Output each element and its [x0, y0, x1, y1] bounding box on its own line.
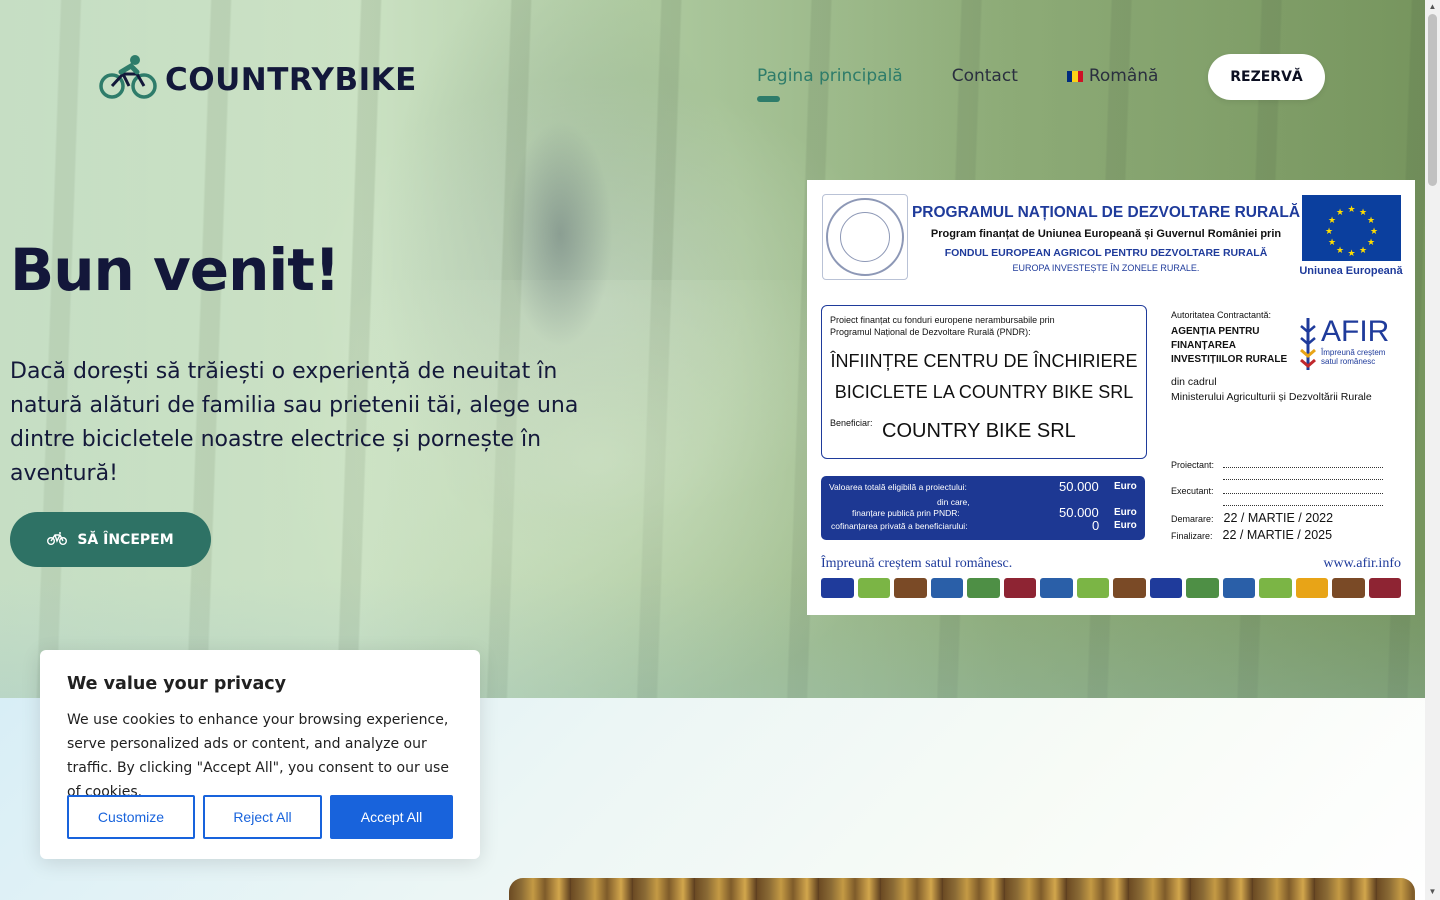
hero-title: Bun venit!	[10, 236, 340, 304]
scroll-down-icon[interactable]: ▼	[1428, 888, 1437, 896]
svg-text:★: ★	[1328, 238, 1336, 248]
cookie-text: We use cookies to enhance your browsing …	[67, 712, 449, 800]
autumn-forest-photo	[509, 878, 1415, 900]
active-indicator	[757, 96, 780, 102]
eu-label: Uniunea Europeană	[1299, 265, 1403, 277]
public-funding-label: finanțare publică prin PNDR:	[852, 508, 960, 518]
svg-text:★: ★	[1347, 249, 1355, 259]
project-note-2: Programul Național de Dezvoltare Rurală …	[830, 327, 1031, 337]
eu-flag-icon: ★ ★ ★ ★ ★ ★ ★ ★ ★ ★ ★ ★	[1302, 195, 1401, 261]
ministry-line-2: Ministerului Agriculturii și Dezvoltării…	[1171, 391, 1372, 403]
project-box: Proiect finanțat cu fonduri europene ner…	[821, 305, 1147, 459]
footer-motto: Împreună creștem satul românesc.	[821, 556, 1013, 571]
ministry: din cadrul Ministerului Agriculturii și …	[1171, 375, 1372, 405]
project-title-2: BICICLETE LA COUNTRY BIKE SRL	[834, 382, 1134, 402]
din-care-label: din care,	[937, 497, 970, 507]
beneficiary-label: Beneficiar:	[830, 418, 873, 428]
authority-name-2: FINANȚAREA	[1171, 340, 1236, 351]
svg-text:★: ★	[1367, 216, 1375, 226]
main-nav: Pagina principală Contact Română	[757, 66, 1207, 102]
project-dates: Demarare: 22 / MARTIE / 2022 Finalizare: 2…	[1171, 510, 1333, 544]
bicycle-icon	[47, 531, 68, 549]
program-title: PROGRAMUL NAȚIONAL DE DEZVOLTARE RURALĂ	[911, 204, 1301, 221]
svg-text:★: ★	[1359, 208, 1367, 218]
ministry-line-1: din cadrul	[1171, 376, 1217, 388]
private-currency: Euro	[1114, 520, 1137, 531]
nav-home-label: Pagina principală	[757, 66, 903, 86]
fund-name: FONDUL EUROPEAN AGRICOL PENTRU DEZVOLTAR…	[944, 247, 1268, 259]
svg-text:★: ★	[1359, 246, 1367, 256]
nav-contact-label: Contact	[951, 66, 1018, 86]
beneficiary-name: COUNTRY BIKE SRL	[882, 420, 1076, 442]
designer-label: Proiectant:	[1171, 460, 1215, 470]
total-value-label: Valoarea totală eligibilă a proiectului:	[829, 482, 967, 492]
project-roles: Proiectant: Executant:	[1171, 460, 1383, 512]
reject-all-button[interactable]: Reject All	[203, 795, 322, 839]
accept-all-button[interactable]: Accept All	[330, 795, 453, 839]
total-currency: Euro	[1114, 481, 1137, 492]
private-funding-label: cofinanțarea privată a beneficiarului:	[831, 521, 968, 531]
program-motto: EUROPA INVESTEȘTE ÎN ZONELE RURALE.	[1012, 263, 1200, 273]
reserve-button[interactable]: REZERVĂ	[1208, 54, 1325, 100]
private-funding-value: 0	[1092, 518, 1100, 533]
total-value: 50.000	[1059, 479, 1099, 494]
authority-name-1: AGENȚIA PENTRU	[1171, 326, 1260, 337]
nav-home[interactable]: Pagina principală	[757, 66, 903, 102]
customize-button[interactable]: Customize	[67, 795, 195, 839]
romania-flag-icon	[1066, 70, 1083, 82]
site-logo[interactable]: COUNTRYBIKE	[99, 54, 417, 105]
start-button[interactable]: SĂ ÎNCEPEM	[10, 512, 211, 567]
svg-text:★: ★	[1370, 227, 1378, 237]
svg-text:★: ★	[1336, 246, 1344, 256]
project-value-box: Valoarea totală eligibilă a proiectului:…	[821, 476, 1145, 540]
end-date: 22 / MARTIE / 2025	[1222, 528, 1333, 542]
language-selector[interactable]: Română	[1066, 66, 1159, 86]
afir-tagline-2: satul românesc	[1321, 357, 1376, 366]
start-button-label: SĂ ÎNCEPEM	[77, 531, 174, 548]
project-title-1: ÎNFIINȚRE CENTRU DE ÎNCHIRIERE	[830, 351, 1138, 371]
public-currency: Euro	[1114, 507, 1137, 518]
start-date: 22 / MARTIE / 2022	[1223, 511, 1334, 525]
hero-description: Dacă dorești să trăiești o experiență de…	[10, 359, 579, 486]
svg-text:★: ★	[1336, 208, 1344, 218]
billboard-footer: Împreună creștem satul românesc. www.afi…	[821, 556, 1401, 572]
scroll-up-icon[interactable]: ▲	[1428, 3, 1437, 11]
end-label: Finalizare:	[1171, 531, 1213, 541]
folk-pattern-border	[821, 578, 1401, 600]
svg-text:★: ★	[1347, 205, 1355, 215]
cookie-title: We value your privacy	[67, 674, 287, 694]
svg-text:★: ★	[1367, 238, 1375, 248]
afir-mark-icon	[1299, 316, 1317, 372]
nav-contact[interactable]: Contact	[952, 66, 1018, 86]
authority-name-3: INVESTIȚIILOR RURALE	[1171, 354, 1288, 365]
logo-text: COUNTRYBIKE	[165, 61, 417, 98]
program-subtitle: Program finanțat de Uniunea Europeană și…	[930, 228, 1282, 240]
scrollbar-thumb[interactable]	[1428, 14, 1437, 186]
page-scrollbar[interactable]: ▲ ▼	[1425, 0, 1440, 900]
svg-text:★: ★	[1325, 227, 1333, 237]
bike-logo-icon	[99, 54, 157, 105]
program-header: PROGRAMUL NAȚIONAL DE DEZVOLTARE RURALĂ …	[911, 204, 1301, 273]
language-label: Română	[1088, 66, 1159, 86]
afir-wordmark: AFIR	[1321, 315, 1390, 348]
pndr-billboard: PROGRAMUL NAȚIONAL DE DEZVOLTARE RURALĂ …	[807, 180, 1415, 615]
government-seal-icon	[822, 194, 908, 280]
svg-text:★: ★	[1328, 216, 1336, 226]
cookie-consent-banner: We value your privacy We use cookies to …	[40, 650, 480, 859]
footer-url: www.afir.info	[1323, 556, 1401, 571]
start-label: Demarare:	[1171, 514, 1214, 524]
afir-tagline-1: Împreună creștem	[1321, 348, 1386, 357]
contractor-label: Executant:	[1171, 486, 1214, 496]
afir-logo: AFIR Împreună creștem satul românesc	[1299, 316, 1389, 372]
project-note-1: Proiect finanțat cu fonduri europene ner…	[830, 315, 1055, 325]
